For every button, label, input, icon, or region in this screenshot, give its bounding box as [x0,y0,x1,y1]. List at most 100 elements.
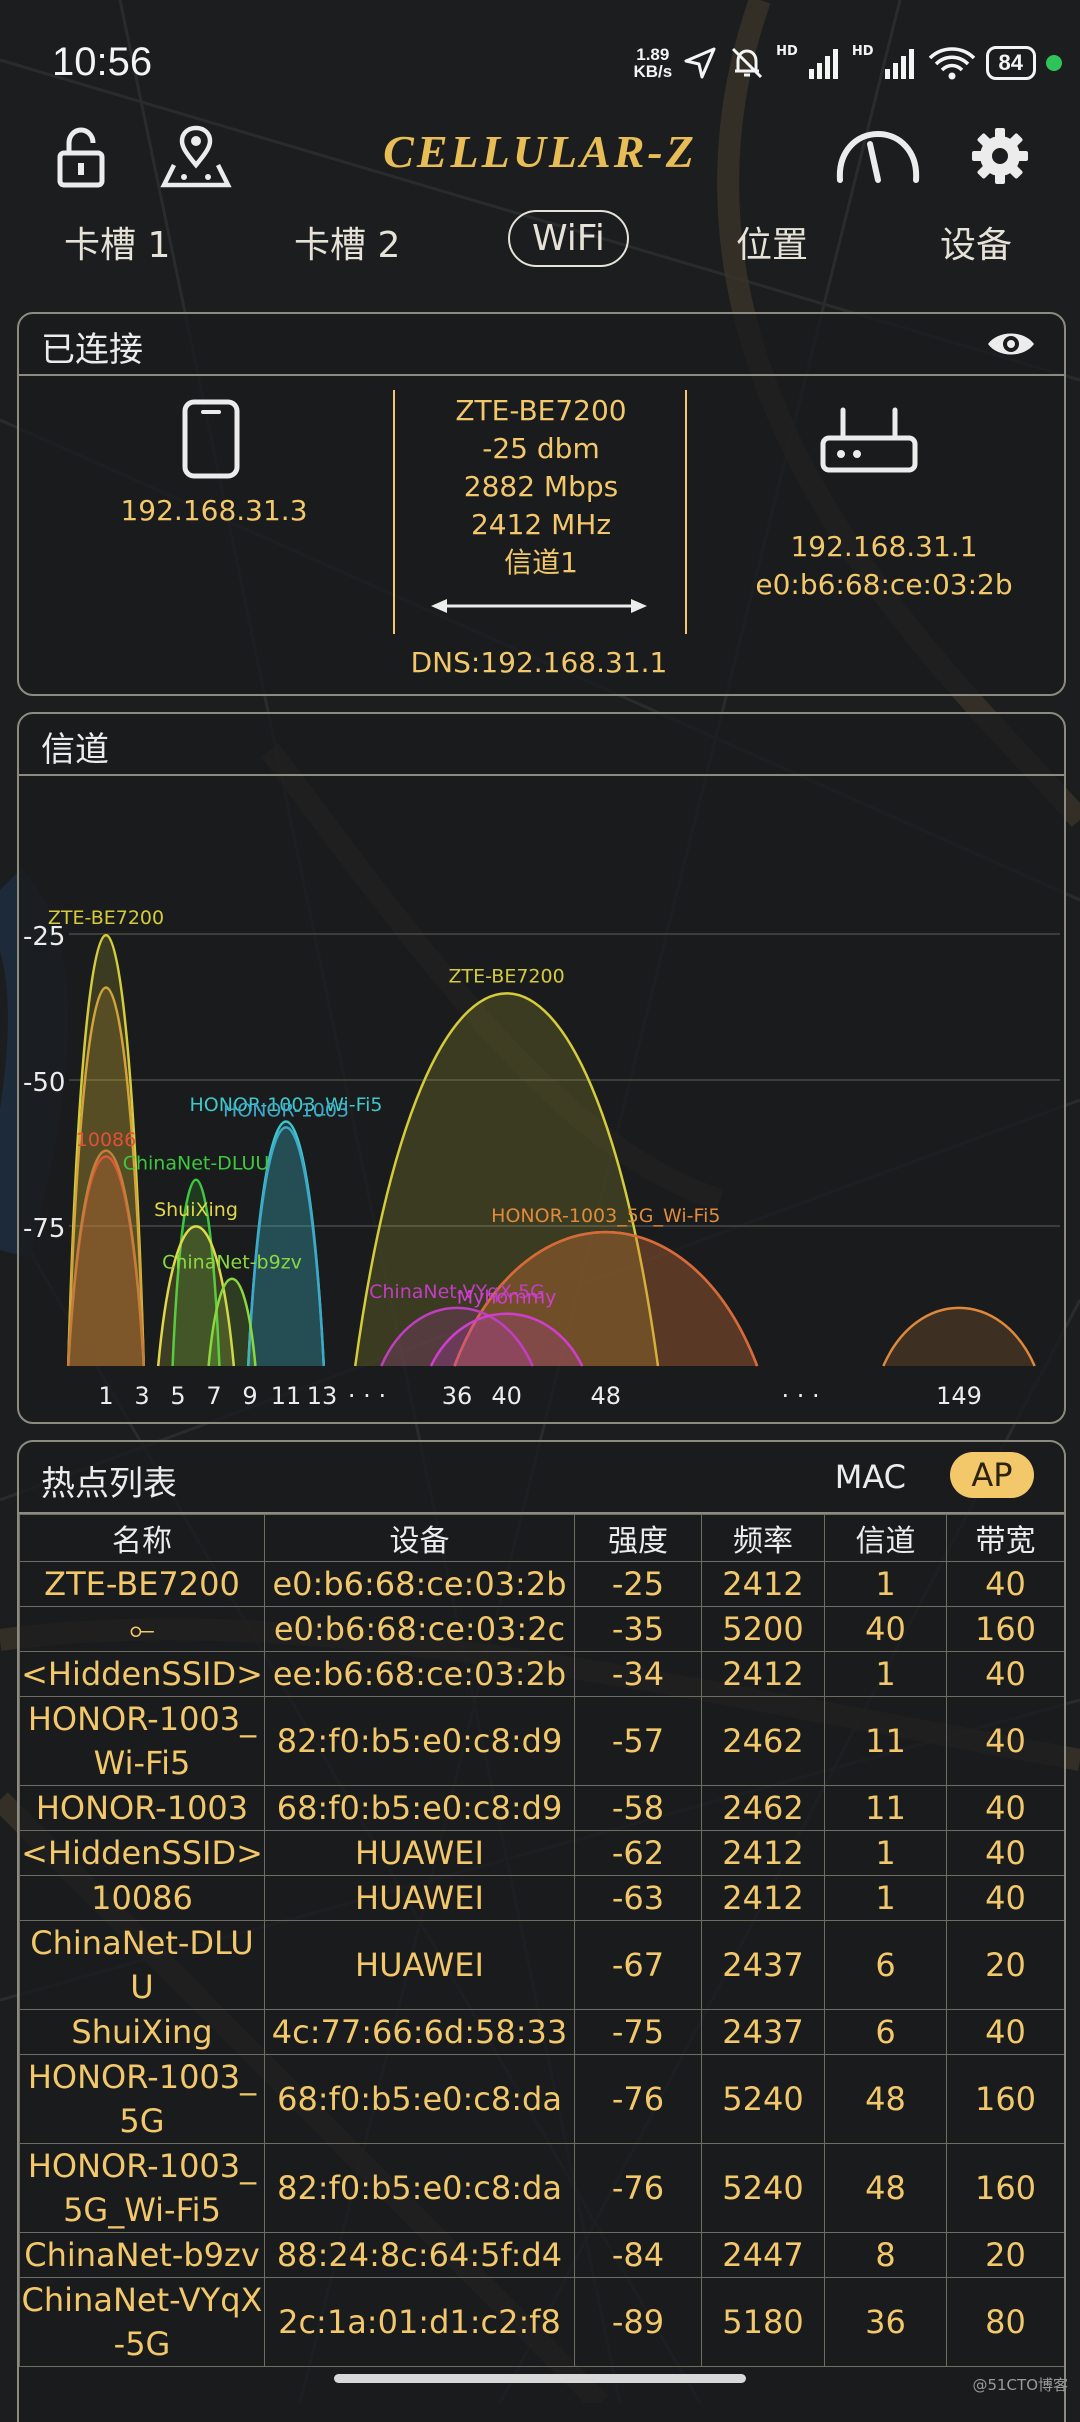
channel-panel: 信道 -25 -50 -75 ZTE-BE7200 10086 HONOR-1003_W… [17,712,1066,1424]
cell-device: ee:b6:68:ce:03:2b [264,1651,575,1697]
speedometer-icon[interactable] [834,128,922,184]
cell-channel: 6 [824,1920,947,2010]
table-row[interactable]: ShuiXing 4c:77:66:6d:58:33 -75 2437 6 40 [19,2009,1064,2055]
table-row[interactable]: HONOR-1003 68:f0:b5:e0:c8:d9 -58 2462 11 40 [19,1785,1064,1831]
cell-strength: -89 [574,2277,702,2367]
connected-channel: 信道1 [504,546,578,579]
cell-freq: 2412 [701,1561,825,1607]
tab-sim-2[interactable]: 卡槽 2 [294,216,400,268]
tab-location[interactable]: 位置 [736,216,808,268]
cell-channel: 6 [824,2009,947,2055]
cell-strength: -25 [574,1561,702,1607]
table-row[interactable]: 10086 HUAWEI -63 2412 1 40 [19,1875,1064,1921]
router-icon [820,407,918,473]
connected-speed: 2882 Mbps [463,470,619,503]
cell-width: 40 [946,1830,1064,1876]
cell-name: HONOR-1003_ Wi-Fi5 [19,1696,265,1786]
cell-strength: -67 [574,1920,702,2010]
cell-name: ChinaNet-DLU U [19,1920,265,2010]
table-row[interactable]: ⟜ e0:b6:68:ce:03:2c -35 5200 40 160 [19,1606,1064,1652]
cell-strength: -58 [574,1785,702,1831]
phone-icon [182,399,240,479]
cell-name: ChinaNet-VYqX -5G [19,2277,265,2367]
cell-channel: 1 [824,1875,947,1921]
table-row[interactable]: ChinaNet-VYqX -5G 2c:1a:01:d1:c2:f8 -89 5180… [19,2277,1064,2367]
cell-width: 160 [946,2054,1064,2144]
dns-server: DNS:192.168.31.1 [410,646,668,679]
connected-frequency: 2412 MHz [470,508,612,541]
ap-toggle[interactable]: AP [950,1452,1034,1498]
router-info: 192.168.31.1 e0:b6:68:ce:03:2b [719,528,1049,604]
cell-width: 160 [946,2143,1064,2233]
status-bar: 10:56 1.89 KB/s HD HD 84 [0,0,1080,130]
connected-ssid: ZTE-BE7200 [455,394,627,427]
col-frequency: 频率 [701,1514,825,1562]
tab-device[interactable]: 设备 [940,216,1012,268]
curve-label: ChinaNet-b9zv [162,1252,302,1274]
table-row[interactable]: ChinaNet-b9zv 88:24:8c:64:5f:d4 -84 2447 8 20 [19,2232,1064,2278]
cell-strength: -35 [574,1606,702,1652]
cell-width: 40 [946,1651,1064,1697]
curve-label: HONOR-1003 [223,1100,349,1122]
cell-freq: 5180 [701,2277,825,2367]
curve-label: ShuiXing [154,1199,238,1221]
cell-device: 68:f0:b5:e0:c8:d9 [264,1785,575,1831]
cell-device: 82:f0:b5:e0:c8:d9 [264,1696,575,1786]
cell-width: 160 [946,1606,1064,1652]
cell-width: 20 [946,2232,1064,2278]
settings-gear-icon[interactable] [970,126,1030,186]
x-tick-label: · · · [348,1382,386,1410]
col-width: 带宽 [946,1514,1064,1562]
table-row[interactable]: <HiddenSSID> HUAWEI -62 2412 1 40 [19,1830,1064,1876]
curve-label: HONOR-1003_5G_Wi-Fi5 [491,1205,720,1227]
table-row[interactable]: ZTE-BE7200 e0:b6:68:ce:03:2b -25 2412 1 40 [19,1561,1064,1607]
x-tick-label: 5 [170,1382,185,1410]
table-row[interactable]: HONOR-1003_ 5G 68:f0:b5:e0:c8:da -76 5240 48 1… [19,2054,1064,2144]
eye-icon[interactable] [986,328,1036,360]
table-row[interactable]: HONOR-1003_ Wi-Fi5 82:f0:b5:e0:c8:d9 -57 246… [19,1696,1064,1786]
router-mac: e0:b6:68:ce:03:2b [755,568,1013,601]
hotspot-title: 热点列表 [41,1464,177,1504]
cell-width: 80 [946,2277,1064,2367]
cell-name: HONOR-1003_ 5G_Wi-Fi5 [19,2143,265,2233]
net-speed: 1.89 KB/s [633,46,672,80]
cell-channel: 1 [824,1651,947,1697]
mac-toggle[interactable]: MAC [835,1458,906,1496]
table-row[interactable]: HONOR-1003_ 5G_Wi-Fi5 82:f0:b5:e0:c8:da -76… [19,2143,1064,2233]
cell-strength: -76 [574,2143,702,2233]
home-indicator[interactable] [334,2374,746,2383]
cell-channel: 11 [824,1785,947,1831]
cell-device: 4c:77:66:6d:58:33 [264,2009,575,2055]
tab-bar: 卡槽 1 卡槽 2 WiFi 位置 设备 [0,210,1080,290]
cell-name: ChinaNet-b9zv [19,2232,265,2278]
x-tick-label: 13 [307,1382,338,1410]
y-tick-label: -50 [23,1068,65,1098]
table-row[interactable]: <HiddenSSID> ee:b6:68:ce:03:2b -34 2412 1 40 [19,1651,1064,1697]
cellular-signal-2-icon [884,49,914,79]
location-arrow-icon [684,47,716,79]
cell-device: 68:f0:b5:e0:c8:da [264,2054,575,2144]
connected-title: 已连接 [41,330,143,370]
bell-muted-icon [732,47,763,79]
tab-wifi[interactable]: WiFi [508,210,629,267]
cell-strength: -62 [574,1830,702,1876]
cell-width: 40 [946,2009,1064,2055]
connected-panel: 已连接 192.168.31.3 ZTE-BE7200 -25 dbm 2882… [17,312,1066,696]
connected-signal: -25 dbm [482,432,600,465]
cell-width: 40 [946,1875,1064,1921]
connection-info: ZTE-BE7200 -25 dbm 2882 Mbps 2412 MHz 信道… [403,392,679,582]
cell-freq: 2462 [701,1785,825,1831]
cell-name: 10086 [19,1875,265,1921]
cell-device: e0:b6:68:ce:03:2c [264,1606,575,1652]
hotspot-table: 名称 设备 强度 频率 信道 带宽 ZTE-BE7200 e0:b6:68:ce:… [19,1514,1064,2367]
cell-freq: 2447 [701,2232,825,2278]
x-tick-label: 36 [442,1382,473,1410]
x-tick-label: · · · [782,1382,820,1410]
status-icons: 1.89 KB/s HD HD 84 [633,44,1062,82]
tab-sim-1[interactable]: 卡槽 1 [64,216,170,268]
cell-strength: -75 [574,2009,702,2055]
x-tick-label: 11 [271,1382,302,1410]
cell-name: HONOR-1003_ 5G [19,2054,265,2144]
cell-freq: 2462 [701,1696,825,1786]
table-row[interactable]: ChinaNet-DLU U HUAWEI -67 2437 6 20 [19,1920,1064,2010]
